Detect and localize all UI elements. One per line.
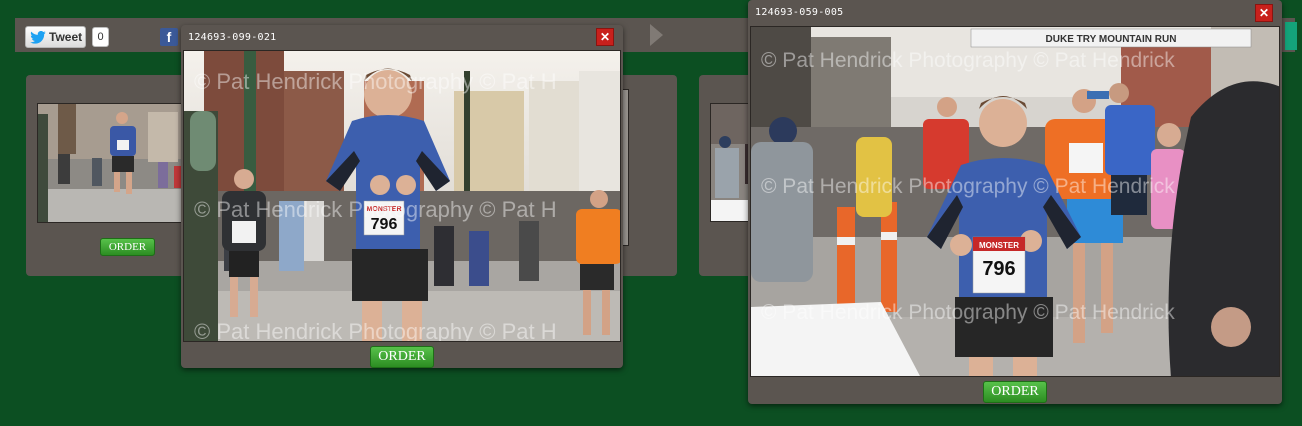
watermark: © Pat Hendrick Photography © Pat Hendric… bbox=[761, 49, 1175, 72]
runner-photo bbox=[38, 104, 194, 222]
popup-title: 124693-099-021 bbox=[188, 32, 277, 43]
facebook-icon[interactable]: f bbox=[160, 28, 178, 46]
order-button[interactable]: ORDER bbox=[370, 346, 434, 368]
photo-preview-popup: 124693-059-005 ✕ DUKE TRY MOUNTAIN RUN M… bbox=[748, 0, 1282, 404]
close-button[interactable]: ✕ bbox=[596, 28, 614, 46]
tweet-count: 0 bbox=[92, 27, 109, 47]
watermark: © Pat Hendrick Photography © Pat H bbox=[194, 319, 557, 342]
tweet-button[interactable]: Tweet bbox=[25, 26, 86, 48]
preview-photo: DUKE TRY MOUNTAIN RUN MONSTER 796 © Pat … bbox=[750, 26, 1280, 377]
photo-preview-popup: 124693-099-021 ✕ MONSTER 796 © Pat Hendr… bbox=[181, 25, 623, 368]
bib-number: 796 bbox=[982, 258, 1015, 280]
race-banner: DUKE TRY MOUNTAIN RUN bbox=[1046, 34, 1177, 45]
watermark: © Pat Hendrick Photography © Pat Hendric… bbox=[761, 301, 1175, 324]
watermark: © Pat Hendrick Photography © Pat H bbox=[194, 69, 557, 94]
runner-photo: MONSTER 796 © Pat Hendrick Photography ©… bbox=[184, 51, 620, 342]
popup-title: 124693-059-005 bbox=[755, 7, 844, 18]
order-button[interactable]: ORDER bbox=[100, 238, 155, 256]
next-arrow-icon[interactable] bbox=[650, 24, 663, 46]
runner-photo: DUKE TRY MOUNTAIN RUN MONSTER 796 © Pat … bbox=[751, 27, 1279, 376]
thumbnail-photo[interactable] bbox=[37, 103, 195, 223]
preview-photo: MONSTER 796 © Pat Hendrick Photography ©… bbox=[183, 50, 621, 342]
side-tab[interactable] bbox=[1285, 22, 1297, 50]
watermark: © Pat Hendrick Photography © Pat Hendric… bbox=[761, 175, 1175, 198]
twitter-bird-icon bbox=[30, 30, 46, 44]
bib-brand: MONSTER bbox=[979, 241, 1019, 250]
close-button[interactable]: ✕ bbox=[1255, 4, 1273, 22]
watermark: © Pat Hendrick Photography © Pat H bbox=[194, 197, 557, 222]
tweet-label: Tweet bbox=[49, 30, 83, 44]
order-button[interactable]: ORDER bbox=[983, 381, 1047, 403]
